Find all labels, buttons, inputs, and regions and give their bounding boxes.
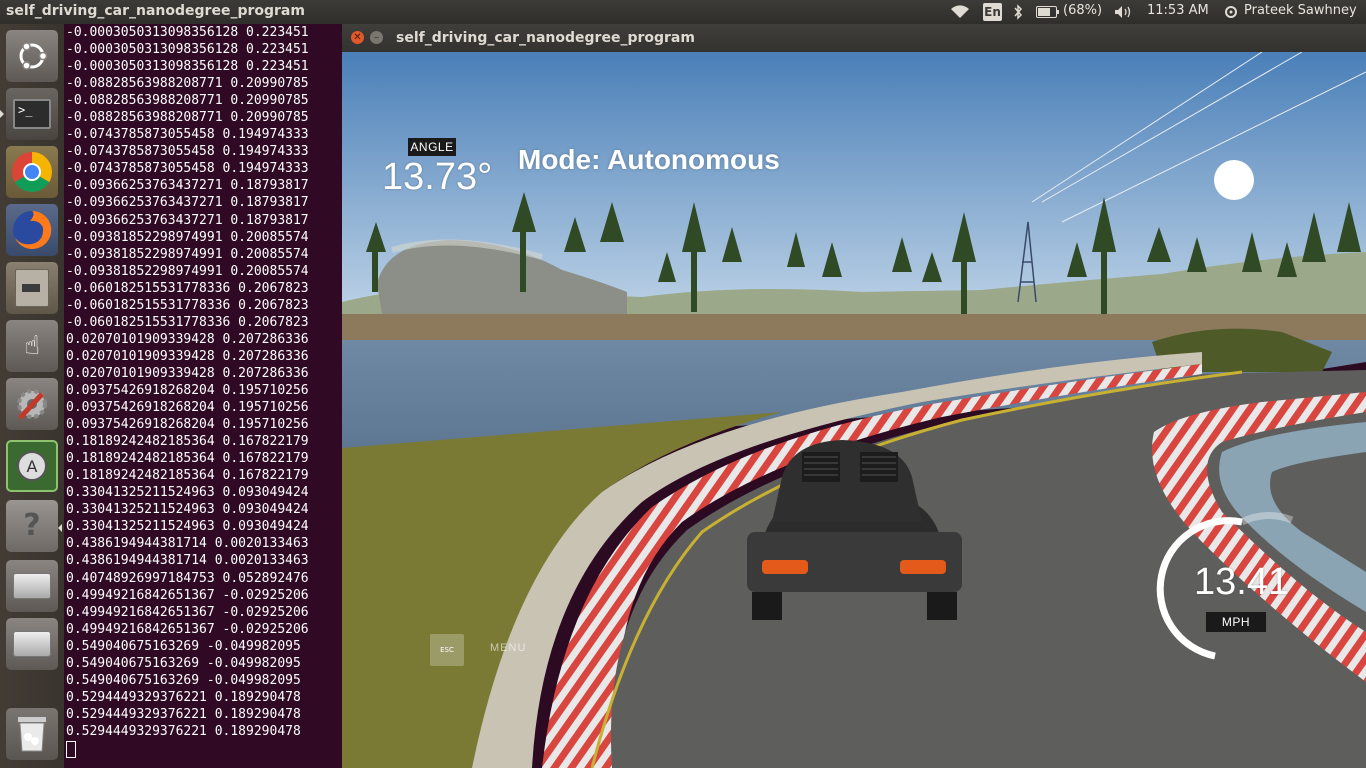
chrome-icon[interactable] <box>6 146 58 198</box>
terminal-line: 0.49949216842651367 -0.02925206 <box>66 621 309 637</box>
terminal-line: 0.549040675163269 -0.049982095 <box>66 655 301 671</box>
terminal-line: -0.09366253763437271 0.18793817 <box>66 212 309 228</box>
window-title: self_driving_car_nanodegree_program <box>396 30 695 46</box>
wifi-icon[interactable] <box>950 5 970 19</box>
scene-graphics <box>342 51 1366 768</box>
top-panel: self_driving_car_nanodegree_program En (… <box>0 0 1366 24</box>
firefox-icon[interactable] <box>6 204 58 256</box>
user-name[interactable]: Prateek Sawhney <box>1244 3 1357 18</box>
ubuntu-dash-icon[interactable] <box>6 30 58 82</box>
terminal-line: 0.02070101909339428 0.207286336 <box>66 331 309 347</box>
terminal-line: 0.33041325211524963 0.093049424 <box>66 519 309 535</box>
drive-icon-2[interactable] <box>6 618 58 670</box>
terminal-line: -0.08828563988208771 0.20990785 <box>66 76 309 92</box>
terminal-line: 0.549040675163269 -0.049982095 <box>66 638 301 654</box>
terminal-line: -0.08828563988208771 0.20990785 <box>66 110 309 126</box>
sun <box>1214 160 1254 200</box>
terminal-icon[interactable]: >_ <box>6 88 58 140</box>
svg-text:A: A <box>27 457 38 476</box>
system-settings-icon[interactable] <box>6 378 58 430</box>
bluetooth-icon[interactable] <box>1013 4 1023 20</box>
terminal-line: 0.02070101909339428 0.207286336 <box>66 348 309 364</box>
app-menu-title[interactable]: self_driving_car_nanodegree_program <box>6 3 305 19</box>
terminal-line: -0.0743785873055458 0.194974333 <box>66 161 309 177</box>
terminal-line: -0.08828563988208771 0.20990785 <box>66 93 309 109</box>
terminal-line: 0.549040675163269 -0.049982095 <box>66 672 301 688</box>
terminal-line: 0.5294449329376221 0.189290478 <box>66 723 301 739</box>
help-icon[interactable]: ? <box>6 500 58 552</box>
trash-icon[interactable] <box>6 708 58 760</box>
terminal-line: 0.5294449329376221 0.189290478 <box>66 706 301 722</box>
terminal-line: 0.5294449329376221 0.189290478 <box>66 689 301 705</box>
mode-indicator: Mode: Autonomous <box>518 144 780 175</box>
simulator-titlebar[interactable]: ✕ – self_driving_car_nanodegree_program <box>342 24 1366 52</box>
battery-icon[interactable] <box>1036 6 1060 18</box>
terminal-line: 0.49949216842651367 -0.02925206 <box>66 604 309 620</box>
terminal-line: -0.0003050313098356128 0.223451 <box>66 25 309 40</box>
terminal-line: 0.4386194944381714 0.0020133463 <box>66 553 309 569</box>
running-indicator <box>0 110 4 118</box>
terminal-line: -0.0743785873055458 0.194974333 <box>66 127 309 143</box>
terminal-line: 0.09375426918268204 0.195710256 <box>66 382 309 398</box>
volume-icon[interactable] <box>1114 5 1134 19</box>
terminal-line: -0.09381852298974991 0.20085574 <box>66 229 309 245</box>
files-icon[interactable] <box>6 262 58 314</box>
terminal-line: 0.02070101909339428 0.207286336 <box>66 365 309 381</box>
driving-scene: ANGLE 13.73° Mode: Autonomous 13.41 MPH … <box>342 51 1366 768</box>
terminal-line: 0.09375426918268204 0.195710256 <box>66 417 309 433</box>
terminal-line: -0.060182515531778336 0.2067823 <box>66 280 309 296</box>
angle-label: ANGLE <box>408 138 456 156</box>
terminal-output[interactable]: -0.0003050313098356128 0.223451 -0.000305… <box>64 24 342 768</box>
terminal-line: -0.09366253763437271 0.18793817 <box>66 195 309 211</box>
terminal-line: 0.18189242482185364 0.167822179 <box>66 434 309 450</box>
terminal-line: -0.0743785873055458 0.194974333 <box>66 144 309 160</box>
speed-value: 13.41 <box>1194 561 1290 603</box>
terminal-line: -0.060182515531778336 0.2067823 <box>66 297 309 313</box>
terminal-line: 0.33041325211524963 0.093049424 <box>66 502 309 518</box>
battery-percent[interactable]: (68%) <box>1063 3 1102 18</box>
power-gear-icon[interactable] <box>1224 5 1238 19</box>
clock[interactable]: 11:53 AM <box>1147 3 1209 18</box>
drive-icon[interactable] <box>6 560 58 612</box>
terminal-line: 0.18189242482185364 0.167822179 <box>66 451 309 467</box>
terminal-lines: -0.0003050313098356128 0.223451 -0.000305… <box>64 24 342 740</box>
terminal-line: 0.33041325211524963 0.093049424 <box>66 485 309 501</box>
menu-hint[interactable]: MENU <box>490 642 526 654</box>
angle-value: 13.73° <box>382 156 493 198</box>
terminal-line: -0.0003050313098356128 0.223451 <box>66 42 309 58</box>
active-indicator <box>58 524 62 532</box>
esc-key-hint[interactable]: ESC <box>430 634 464 666</box>
terminal-line: -0.09381852298974991 0.20085574 <box>66 263 309 279</box>
terminal-line: -0.09366253763437271 0.18793817 <box>66 178 309 194</box>
speed-unit: MPH <box>1206 612 1266 632</box>
terminal-cursor <box>66 740 76 758</box>
terminal-line: 0.40748926997184753 0.052892476 <box>66 570 309 586</box>
keyboard-layout-indicator[interactable]: En <box>983 3 1002 21</box>
simulator-window: ✕ – self_driving_car_nanodegree_program <box>342 24 1366 768</box>
launcher: >_ ☝ A ? <box>0 24 64 768</box>
terminal-line: -0.0003050313098356128 0.223451 <box>66 59 309 75</box>
terminal-line: 0.49949216842651367 -0.02925206 <box>66 587 309 603</box>
software-updater-icon[interactable]: A <box>6 440 58 492</box>
terminal-line: 0.09375426918268204 0.195710256 <box>66 400 309 416</box>
close-button[interactable]: ✕ <box>351 31 364 44</box>
terminal-line: 0.18189242482185364 0.167822179 <box>66 468 309 484</box>
minimize-button[interactable]: – <box>370 31 383 44</box>
terminal-line: -0.09381852298974991 0.20085574 <box>66 246 309 262</box>
terminal-line: -0.060182515531778336 0.2067823 <box>66 314 309 330</box>
hand-pointer-icon[interactable]: ☝ <box>6 320 58 372</box>
terminal-line: 0.4386194944381714 0.0020133463 <box>66 536 309 552</box>
